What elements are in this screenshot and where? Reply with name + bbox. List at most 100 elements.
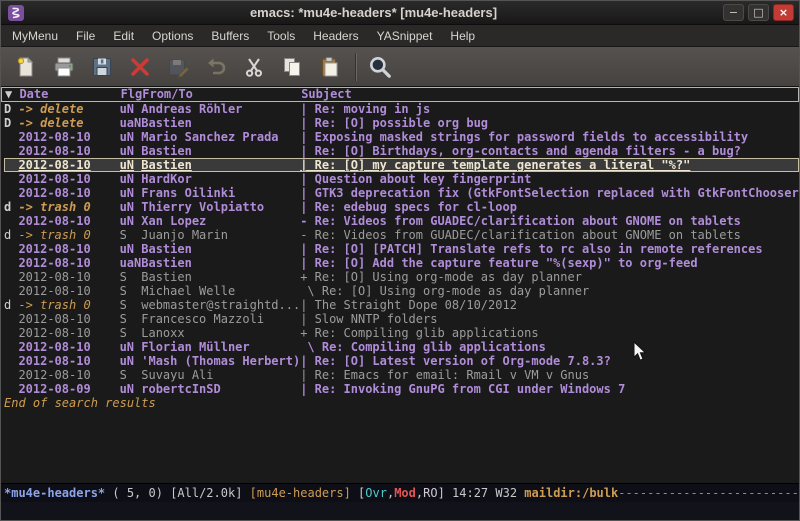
copy-icon[interactable] (277, 52, 307, 82)
message-row[interactable]: 2012-08-10uNBastien| Re: [O] Birthdays, … (4, 144, 799, 158)
sort-direction-icon: ▼ (5, 88, 19, 101)
message-mark: D (4, 116, 18, 130)
emacs-icon (8, 5, 24, 21)
column-header-flags[interactable]: Flgs (121, 88, 143, 101)
message-row[interactable]: d-> trash 0uNThierry Volpiatto| Re: edeb… (4, 200, 799, 214)
message-row[interactable]: 2012-08-10SFrancesco Mazzoli| Slow NNTP … (4, 312, 799, 326)
message-from: Bastien (141, 256, 300, 270)
message-row[interactable]: 2012-08-10uNFlorian Müllner \ Re: Compil… (4, 340, 799, 354)
message-date: 2012-08-10 (18, 284, 119, 298)
message-flags: uaN (120, 116, 142, 130)
message-flags: uN (120, 130, 142, 144)
new-file-icon[interactable] (11, 52, 41, 82)
message-from: Lanoxx (141, 326, 300, 340)
menu-item-buffers[interactable]: Buffers (202, 26, 258, 46)
menu-item-file[interactable]: File (67, 26, 104, 46)
modeline-plain: W32 (495, 486, 524, 500)
message-row[interactable]: 2012-08-10uNBastien| Re: [O] [PATCH] Tra… (4, 242, 799, 256)
message-row[interactable]: 2012-08-09uNrobertcInSD| Re: Invoking Gn… (4, 382, 799, 396)
message-date: -> trash 0 (18, 200, 119, 214)
message-from: robertcInSD (141, 382, 300, 396)
message-row[interactable]: 2012-08-10uNHardKor| Question about key … (4, 172, 799, 186)
message-flags: S (120, 298, 142, 312)
message-flags: S (120, 326, 142, 340)
message-from: Michael Welle (141, 284, 300, 298)
menu-item-options[interactable]: Options (143, 26, 202, 46)
message-flags: S (120, 312, 142, 326)
message-from: webmaster@straightd... (141, 298, 300, 312)
message-date: 2012-08-10 (18, 186, 119, 200)
modeline-plain: 14:27 (452, 486, 495, 500)
message-row[interactable]: d-> trash 0Swebmaster@straightd...| The … (4, 298, 799, 312)
column-header-from[interactable]: From/To (142, 88, 301, 101)
print-icon[interactable] (49, 52, 79, 82)
message-subject: | Re: [O] my capture template generates … (300, 158, 690, 172)
message-row[interactable]: 2012-08-10uaNBastien| Re: [O] Add the ca… (4, 256, 799, 270)
message-from: Bastien (141, 116, 300, 130)
message-date: -> delete (18, 102, 119, 116)
echo-area (1, 502, 799, 520)
message-row[interactable]: 2012-08-10SBastien+ Re: [O] Using org-mo… (4, 270, 799, 284)
modeline-minor[interactable]: [mu4e-headers] (250, 486, 358, 500)
message-flags: uN (120, 214, 142, 228)
maximize-button[interactable]: □ (748, 4, 769, 21)
menubar: MyMenuFileEditOptionsBuffersToolsHeaders… (1, 25, 799, 47)
message-date: 2012-08-10 (18, 354, 119, 368)
modeline-mod: Mod (394, 486, 416, 500)
save-icon[interactable] (87, 52, 117, 82)
message-date: 2012-08-10 (18, 144, 119, 158)
menu-item-headers[interactable]: Headers (304, 26, 367, 46)
message-row[interactable]: 2012-08-10uNXan Lopez- Re: Videos from G… (4, 214, 799, 228)
message-row[interactable]: 2012-08-10uNFrans Oilinki| GTK3 deprecat… (4, 186, 799, 200)
message-flags: S (120, 368, 142, 382)
message-flags: S (120, 270, 142, 284)
cut-icon[interactable] (239, 52, 269, 82)
close-button[interactable]: × (773, 4, 794, 21)
message-date: 2012-08-10 (18, 172, 119, 186)
close-buffer-icon[interactable] (125, 52, 155, 82)
message-row[interactable]: 2012-08-10uNBastien| Re: [O] my capture … (4, 158, 799, 172)
menu-item-mymenu[interactable]: MyMenu (3, 26, 67, 46)
emacs-window: emacs: *mu4e-headers* [mu4e-headers] − □… (0, 0, 800, 521)
menu-item-help[interactable]: Help (441, 26, 484, 46)
message-row[interactable]: 2012-08-10uN'Mash (Thomas Herbert)| Re: … (4, 354, 799, 368)
search-icon[interactable] (365, 52, 395, 82)
end-of-search-results: End of search results (4, 396, 799, 410)
toolbar-separator (355, 53, 357, 81)
message-date: 2012-08-10 (18, 158, 119, 172)
message-date: 2012-08-10 (18, 130, 119, 144)
titlebar: emacs: *mu4e-headers* [mu4e-headers] − □… (1, 1, 799, 25)
message-mark: D (4, 102, 18, 116)
message-flags: uN (120, 242, 142, 256)
paste-icon[interactable] (315, 52, 345, 82)
message-row[interactable]: d-> trash 0SJuanjo Marin- Re: Videos fro… (4, 228, 799, 242)
message-from: Juanjo Marin (141, 228, 300, 242)
message-row[interactable]: D-> deleteuaNBastien| Re: [O] possible o… (4, 116, 799, 130)
save-as-icon (163, 52, 193, 82)
message-row[interactable]: 2012-08-10uNMario Sanchez Prada| Exposin… (4, 130, 799, 144)
menu-item-tools[interactable]: Tools (258, 26, 304, 46)
message-date: 2012-08-10 (18, 312, 119, 326)
message-row[interactable]: 2012-08-10SLanoxx+ Re: Compiling glib ap… (4, 326, 799, 340)
message-subject: | Re: Invoking GnuPG from CGI under Wind… (300, 382, 625, 396)
message-from: Suvayu Ali (141, 368, 300, 382)
modeline-buffer[interactable]: *mu4e-headers* (4, 486, 105, 500)
modeline-ro: RO (423, 486, 437, 500)
menu-item-edit[interactable]: Edit (104, 26, 143, 46)
message-from: Bastien (141, 270, 300, 284)
toolbar (1, 47, 799, 87)
column-header-subject[interactable]: Subject (301, 87, 352, 101)
menu-item-yasnippet[interactable]: YASnippet (368, 26, 442, 46)
message-flags: uN (120, 158, 142, 172)
message-row[interactable]: 2012-08-10SSuvayu Ali| Re: Emacs for ema… (4, 368, 799, 382)
message-from: Bastien (141, 158, 300, 172)
message-subject: | Re: Emacs for email: Rmail v VM v Gnus (300, 368, 589, 382)
message-subject: | The Straight Dope 08/10/2012 (300, 298, 517, 312)
message-mark: d (4, 200, 18, 214)
column-header-date[interactable]: Date (19, 88, 120, 101)
message-flags: uN (120, 172, 142, 186)
minimize-button[interactable]: − (723, 4, 744, 21)
message-row[interactable]: 2012-08-10SMichael Welle \ Re: [O] Using… (4, 284, 799, 298)
message-row[interactable]: D-> deleteuNAndreas Röhler| Re: moving i… (4, 102, 799, 116)
message-flags: uN (120, 340, 142, 354)
